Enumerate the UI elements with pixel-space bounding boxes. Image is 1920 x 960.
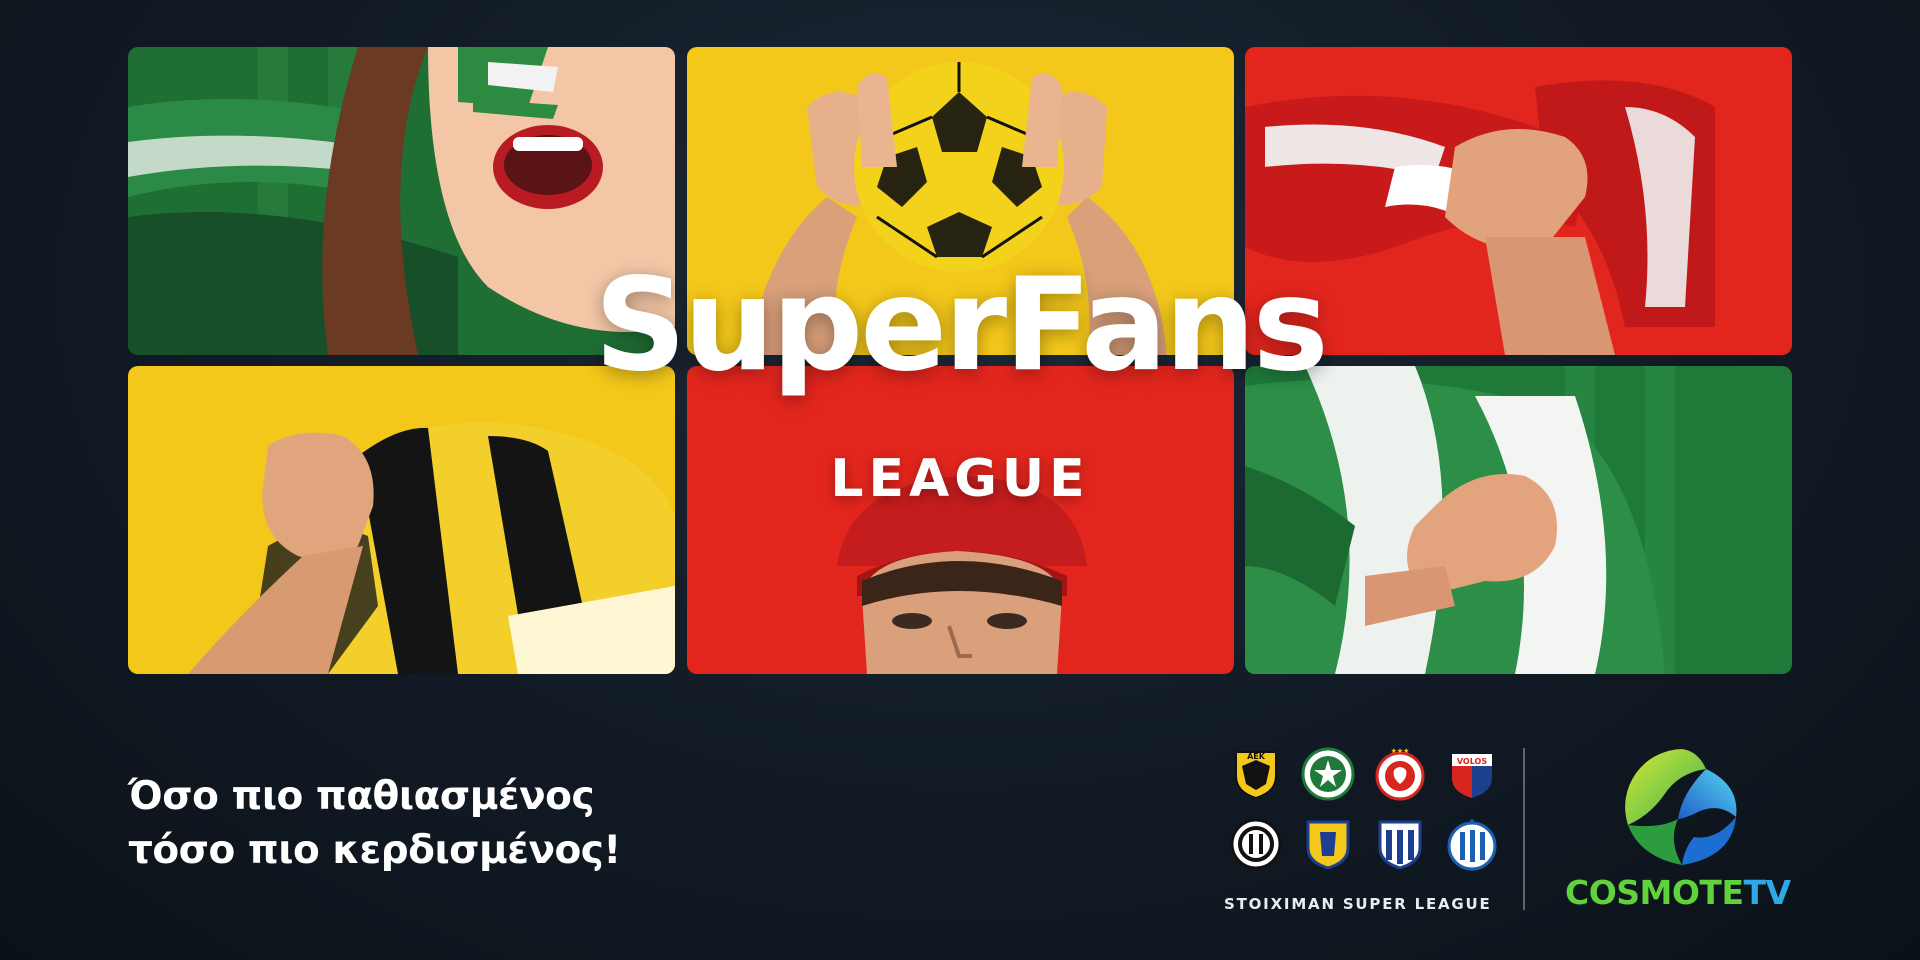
lamia-badge-icon — [1372, 816, 1428, 872]
slogan: Όσο πιο παθιασμένος τόσο πιο κερδισμένος… — [128, 770, 621, 878]
slogan-line-1: Όσο πιο παθιασμένος — [128, 774, 595, 819]
photo-fist-green-white-flag — [1245, 366, 1792, 674]
panathinaikos-badge-icon — [1300, 746, 1356, 802]
svg-text:VOLOS: VOLOS — [1457, 757, 1487, 766]
photo-fan-red-cap — [687, 366, 1234, 674]
tv-word: TV — [1743, 873, 1791, 912]
svg-text:★★★: ★★★ — [1391, 747, 1410, 755]
aek-badge-icon: ΑΕΚ — [1228, 746, 1284, 802]
cosmote-logo-icon — [1620, 745, 1744, 869]
ofi-badge-icon — [1228, 816, 1284, 872]
cosmote-tv-wordmark: COSMOTETV — [1565, 876, 1791, 909]
league-label: STOIXIMAN SUPER LEAGUE — [1224, 895, 1492, 913]
cosmote-word: COSMOTE — [1565, 873, 1744, 912]
panetolikos-badge-icon — [1300, 816, 1356, 872]
atromitos-badge-icon: ★ — [1444, 816, 1500, 872]
slogan-line-2: τόσο πιο κερδισμένος! — [128, 828, 621, 873]
olympiacos-badge-icon: ★★★ — [1372, 746, 1428, 802]
svg-text:ΑΕΚ: ΑΕΚ — [1247, 752, 1266, 761]
volos-badge-icon: VOLOS — [1444, 746, 1500, 802]
hero-title: SuperFans — [594, 251, 1329, 400]
divider — [1523, 748, 1525, 910]
team-badges: ΑΕΚ ★★★ VOLOS ★ — [1228, 746, 1500, 886]
photo-fist-yellow-black-shirt — [128, 366, 675, 674]
svg-text:★: ★ — [1469, 817, 1475, 825]
hero-subtitle: LEAGUE — [830, 449, 1090, 509]
